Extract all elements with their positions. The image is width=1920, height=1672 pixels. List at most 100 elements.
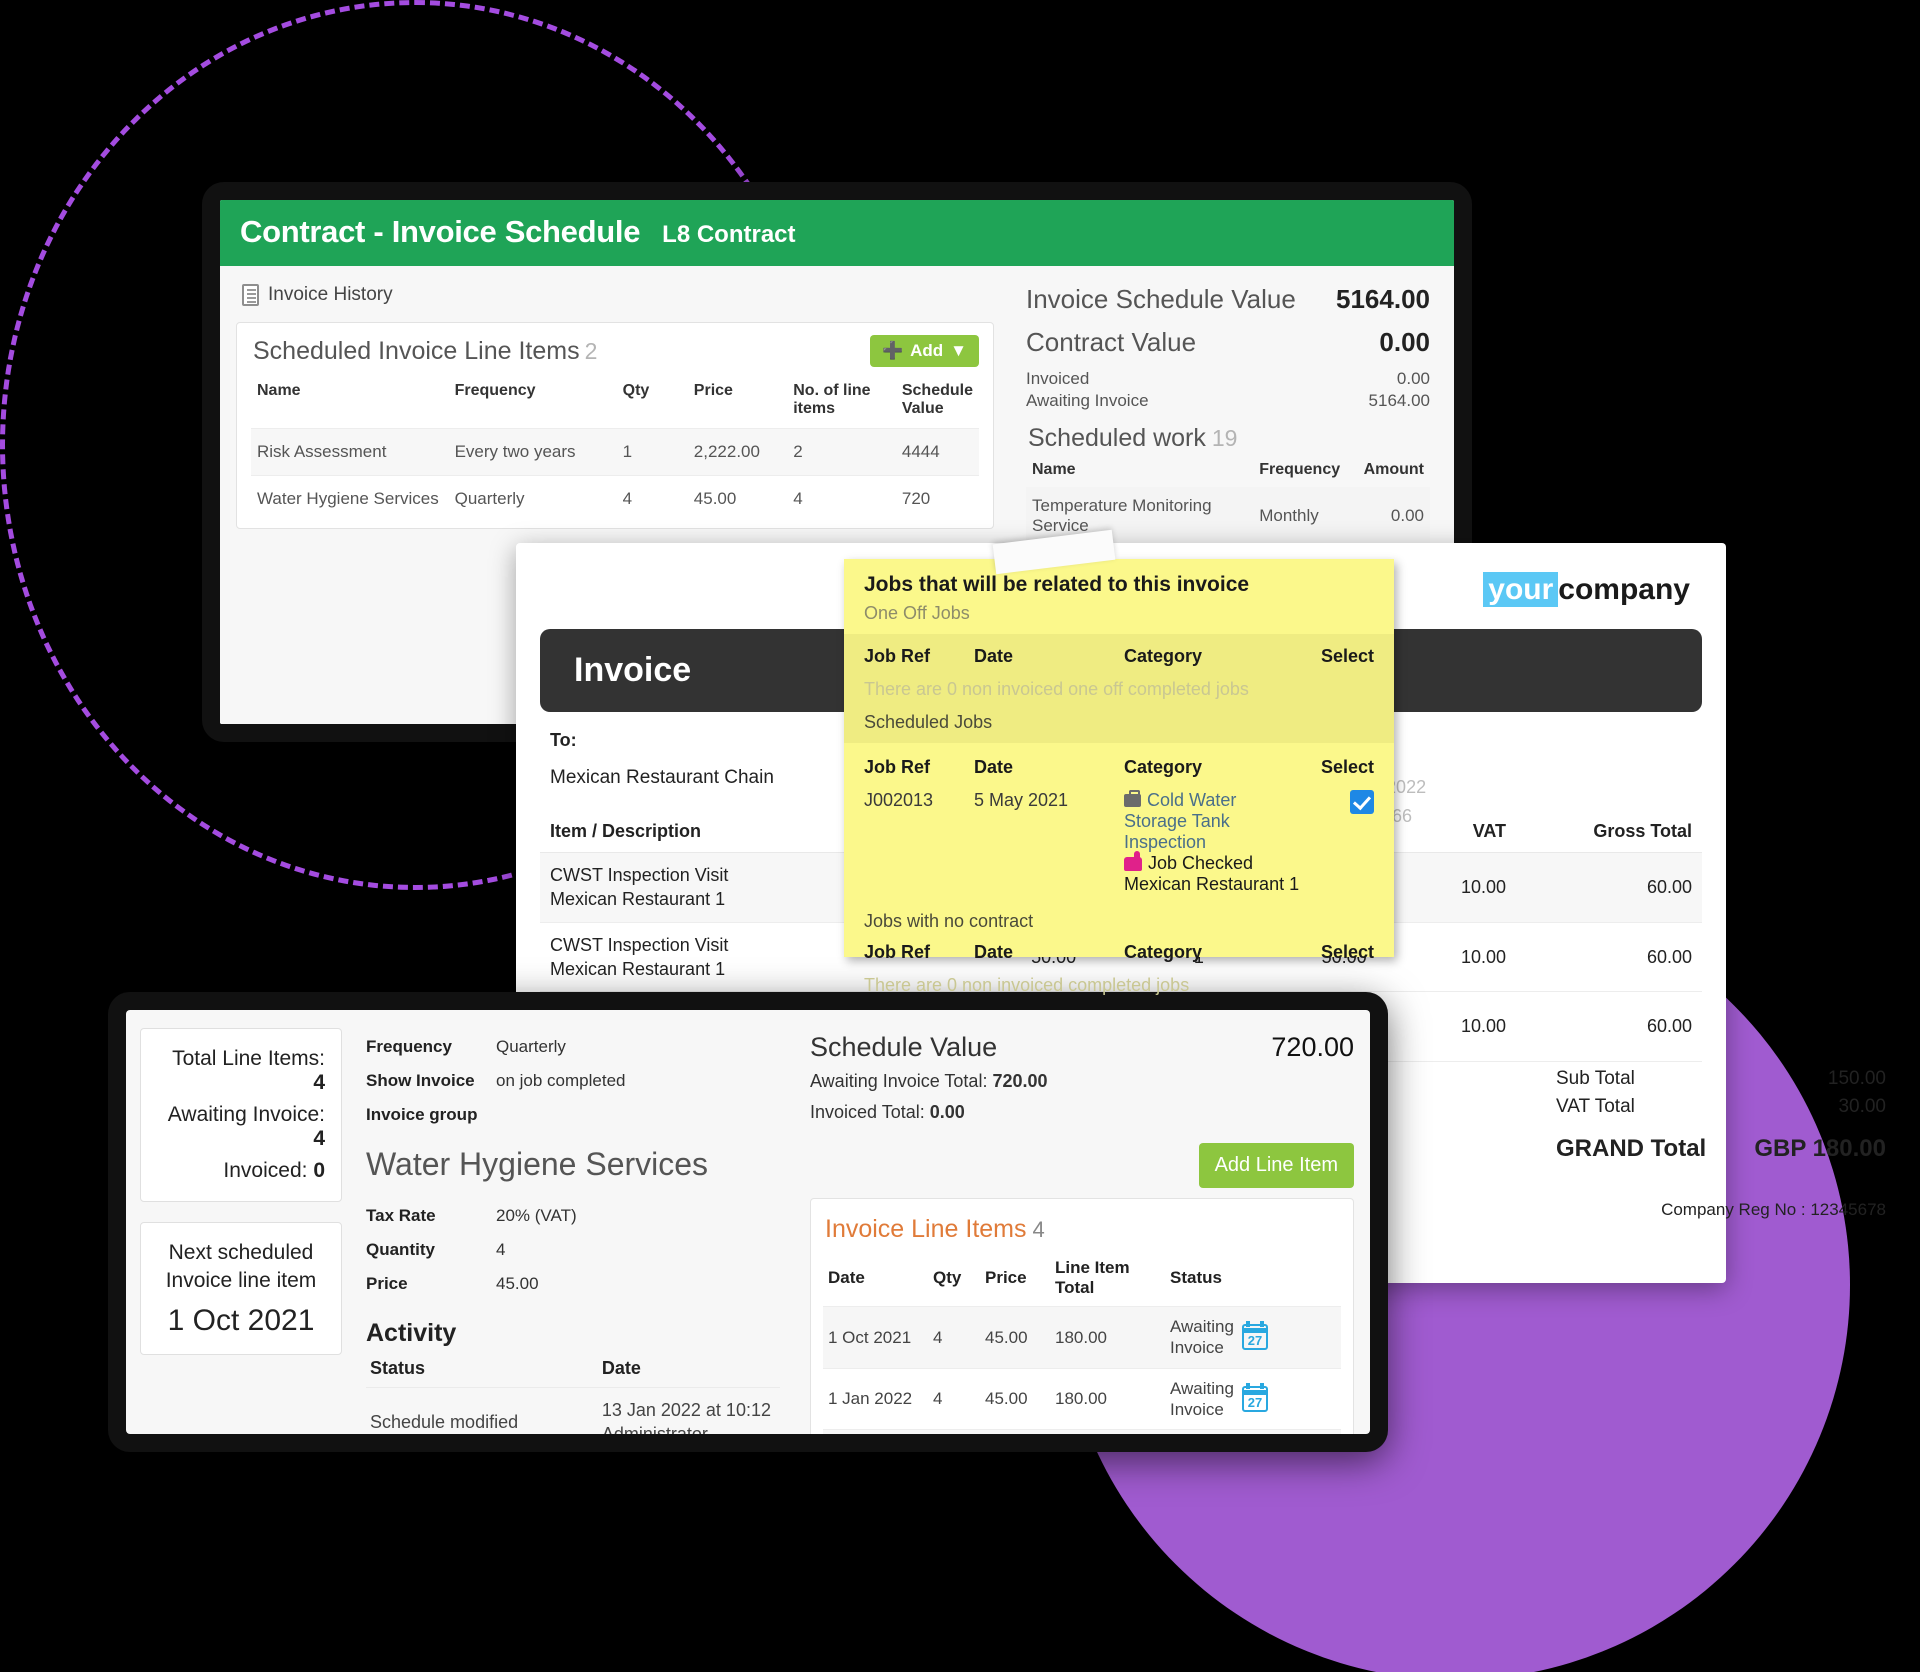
col-date: Date [828, 1268, 865, 1287]
col-category: Category [1124, 757, 1203, 777]
col-job-ref: Job Ref [864, 942, 931, 962]
contract-name: L8 Contract [662, 221, 796, 248]
col-qty: Qty [622, 382, 650, 399]
next-scheduled-line1: Next scheduled [168, 1241, 314, 1264]
table-header-row: Status Date [366, 1354, 780, 1388]
invoice-schedule-value: 5164.00 [1336, 284, 1430, 314]
next-scheduled-line2: Invoice line item [165, 1269, 317, 1293]
col-frequency: Frequency [1259, 461, 1341, 478]
col-schedule-value: Schedule Value [901, 382, 973, 417]
cell-name: Water Hygiene Services [251, 475, 449, 522]
site-name: Mexican Restaurant 1 [1124, 874, 1300, 894]
category-row-2: Job Checked [1124, 851, 1304, 874]
cell-gross-total: 60.00 [1516, 852, 1702, 923]
cell-status: Awaiting Invoice 27 [1165, 1429, 1341, 1434]
col-select: Select [1320, 942, 1374, 962]
cell-line-item-total: 180.00 [1050, 1429, 1165, 1434]
col-select: Select [1320, 757, 1374, 777]
field-value: on job completed [496, 1071, 626, 1090]
col-frequency: Frequency [454, 382, 536, 399]
contract-value: 0.00 [1379, 327, 1430, 357]
invoiced-row: Invoiced: 0 [157, 1155, 325, 1187]
invoice-schedule-value-row: Invoice Schedule Value 5164.00 [1026, 282, 1430, 325]
field-row-tax-rate: Tax Rate 20% (VAT) [366, 1199, 780, 1233]
cell-date: 1 Jan 2022 [823, 1367, 928, 1430]
col-line-item-total: Line Item Total [1055, 1258, 1130, 1297]
col-date: Date [601, 1358, 641, 1378]
contract-value-label: Contract Value [1026, 327, 1197, 357]
cell-date: 1 Oct 2021 [823, 1306, 928, 1368]
schedule-value-amount: 720.00 [1271, 1032, 1354, 1062]
invoiced-row: Invoiced 0.00 [1026, 368, 1430, 390]
schedule-value-label: Schedule Value [810, 1032, 998, 1062]
chevron-down-icon: ▼ [950, 341, 967, 360]
one-off-jobs-empty-message: There are 0 non invoiced one off complet… [864, 679, 1249, 699]
table-row[interactable]: Risk Assessment Every two years 1 2,222.… [251, 428, 979, 476]
cell-qty: 4 [928, 1367, 980, 1430]
field-label: Tax Rate [366, 1206, 436, 1225]
schedule-value-row: Schedule Value 720.00 [810, 1032, 1354, 1063]
category-row-1: Cold Water Storage Tank Inspection [1124, 790, 1304, 853]
cell-name: Risk Assessment [251, 428, 449, 476]
add-button[interactable]: ➕ Add ▼ [869, 335, 979, 367]
cell-line-item-total: 180.00 [1050, 1306, 1165, 1368]
table-row[interactable]: 1 Oct 2021 4 45.00 180.00 Awaiting Invoi… [823, 1306, 1341, 1368]
cell-date: 1 Apr 2022 [823, 1429, 928, 1434]
scheduled-jobs-label: Scheduled Jobs [864, 712, 993, 732]
scheduled-jobs-table: Job Ref Date Category Select J002013 5 M… [864, 751, 1374, 901]
add-line-item-button[interactable]: Add Line Item [1198, 1143, 1354, 1188]
invoiced-value: 0 [313, 1159, 325, 1182]
cell-vat: 10.00 [1376, 852, 1517, 923]
col-job-ref: Job Ref [864, 646, 931, 666]
cell-amount: 0.00 [1357, 487, 1430, 545]
col-price: Price [693, 382, 733, 399]
col-name: Name [257, 382, 301, 399]
col-date: Date [974, 942, 1014, 962]
select-job-checkbox[interactable] [1350, 790, 1374, 814]
field-label: Show Invoice [366, 1071, 475, 1090]
detail-window-content: Total Line Items: 4 Awaiting Invoice: 4 … [126, 1010, 1370, 1434]
col-no-of-line-items: No. of line items [793, 382, 871, 417]
calendar-icon[interactable]: 27 [1241, 1321, 1268, 1351]
invoice-line-items-title: Invoice Line Items 4 [823, 1209, 1341, 1256]
col-job-ref: Job Ref [864, 757, 931, 777]
cell-schedule-value: 720 [895, 475, 979, 522]
cell-gross-total: 60.00 [1516, 922, 1702, 993]
awaiting-invoice-label: Awaiting Invoice [1026, 391, 1149, 410]
invoice-title: Invoice [574, 651, 692, 689]
cell-date: 5 May 2021 [974, 790, 1069, 810]
cell-price: 45.00 [980, 1306, 1050, 1368]
job-status: Job Checked [1148, 853, 1254, 873]
table-row[interactable]: Water Hygiene Services Quarterly 4 45.00… [251, 475, 979, 522]
cell-qty: 4 [928, 1429, 980, 1434]
card-title-text: Scheduled Invoice Line Items [253, 337, 580, 365]
activity-date: 13 Jan 2022 at 10:12 [601, 1400, 771, 1420]
company-logo: your company [1483, 572, 1690, 607]
detail-fields-column: Frequency Quarterly Show Invoice on job … [356, 1010, 796, 1434]
col-status: Status [370, 1358, 426, 1378]
col-status: Status [1170, 1268, 1222, 1287]
calendar-icon[interactable]: 27 [1241, 1382, 1268, 1412]
col-qty: Qty [933, 1268, 962, 1287]
invoiced-total-value: 0.00 [929, 1102, 965, 1122]
add-button-label: Add [910, 341, 944, 360]
col-amount: Amount [1363, 461, 1424, 478]
field-value: 4 [496, 1240, 506, 1259]
status-line1: Awaiting [1170, 1317, 1234, 1336]
col-select: Select [1320, 646, 1374, 666]
next-scheduled-box: Next scheduled Invoice line item 1 Oct 2… [140, 1222, 342, 1355]
field-label: Invoice group [366, 1105, 478, 1124]
field-row-frequency: Frequency Quarterly [366, 1030, 780, 1064]
invoice-totals: Sub Total 150.00 VAT Total 30.00 GRAND T… [1556, 1065, 1886, 1166]
cell-category: Cold Water Storage Tank Inspection Job C… [1124, 784, 1304, 901]
table-row[interactable]: 1 Apr 2022 4 45.00 180.00 Awaiting Invoi… [823, 1429, 1341, 1434]
table-header-row: Name Frequency Qty Price No. of line ite… [251, 378, 979, 429]
col-category: Category [1124, 646, 1203, 666]
total-line-items-row: Total Line Items: 4 [157, 1043, 325, 1099]
field-label: Price [366, 1274, 408, 1293]
table-row[interactable]: 1 Jan 2022 4 45.00 180.00 Awaiting Invoi… [823, 1367, 1341, 1430]
next-scheduled-date: 1 Oct 2021 [167, 1303, 315, 1337]
invoice-history-link[interactable]: Invoice History [236, 280, 994, 322]
table-header-row: Job Ref Date Category Select [864, 936, 1374, 969]
cell-select[interactable] [1304, 784, 1374, 901]
